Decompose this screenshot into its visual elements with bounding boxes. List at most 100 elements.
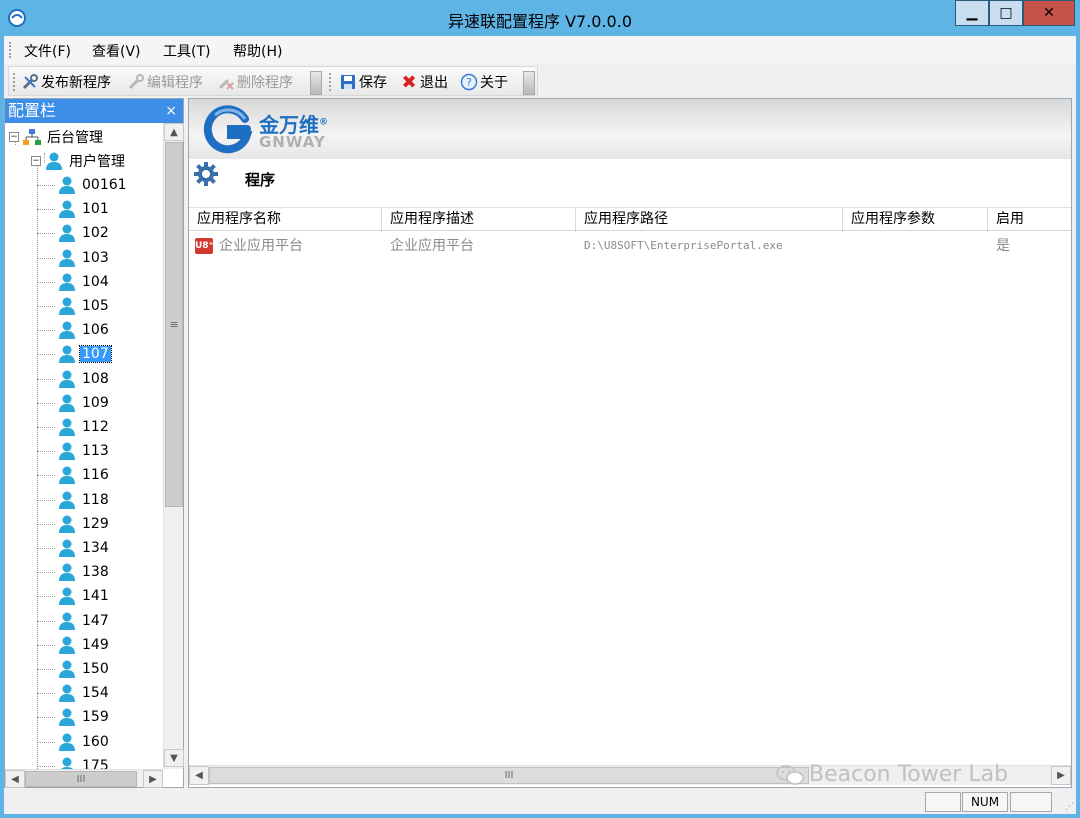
menu-view[interactable]: 查看(V) [92,41,141,61]
tree-node-user[interactable]: 104 [57,271,111,293]
user-icon [59,539,75,557]
panel-vertical-scrollbar[interactable]: ▲ ≡ ▼ [163,123,184,769]
toolbar-overflow-button-2[interactable] [523,71,535,95]
menu-file[interactable]: 文件(F) [24,41,71,61]
help-icon: ? [460,73,478,91]
tree-node-user[interactable]: 141 [57,585,111,607]
user-icon [59,273,75,291]
tree-node-user[interactable]: 138 [57,561,111,583]
col-header-path[interactable]: 应用程序路径 [576,208,843,232]
tree-node-user[interactable]: 105 [57,295,111,317]
horizontal-scroll-thumb[interactable]: III [25,771,137,787]
tree-node-user[interactable]: 149 [57,634,111,656]
scroll-right-icon[interactable]: ▶ [143,770,163,788]
tree-node-user[interactable]: 108 [57,368,111,390]
status-bar: NUM ⋰ [4,790,1076,814]
tree-user-label: 102 [82,225,109,242]
user-icon [46,152,62,170]
col-header-name[interactable]: 应用程序名称 [189,208,382,232]
gear-icon [194,162,218,186]
menu-tools[interactable]: 工具(T) [163,41,210,61]
tree-node-user[interactable]: 103 [57,247,111,269]
tree-user-label: 104 [82,273,109,290]
publish-program-button[interactable]: 发布新程序 [21,72,111,92]
tree-user-label: 107 [79,345,112,364]
delete-program-button[interactable]: 删除程序 [217,72,293,92]
tree-node-user[interactable]: 160 [57,731,111,753]
tree-node-user[interactable]: 154 [57,682,111,704]
exit-label: 退出 [420,75,448,91]
exit-icon: ✖ [401,71,417,93]
tree-node-user[interactable]: 112 [57,416,111,438]
toolbar-overflow-button[interactable] [310,71,322,95]
scroll-up-icon[interactable]: ▲ [164,123,184,141]
scroll-left-icon[interactable]: ◀ [5,770,25,788]
tree-node-user[interactable]: 150 [57,658,111,680]
tree-node-user[interactable]: 159 [57,706,111,728]
cell-name-text: 企业应用平台 [219,238,303,254]
about-button[interactable]: ? 关于 [460,72,508,92]
client-area: 文件(F) 查看(V) 工具(T) 帮助(H) 发布新程序 编辑程序 删除程序 [4,36,1076,814]
tree-node-user[interactable]: 175 [57,755,111,769]
tree-node-user[interactable]: 102 [57,222,111,244]
edit-program-button[interactable]: 编辑程序 [127,72,203,92]
tree-node-user[interactable]: 113 [57,440,111,462]
status-pane-scroll [1010,792,1052,812]
scroll-left-icon[interactable]: ◀ [189,766,209,785]
col-header-desc[interactable]: 应用程序描述 [382,208,576,232]
user-icon [59,563,75,582]
close-button[interactable]: ✕ [1023,0,1075,26]
save-button[interactable]: 保存 [339,72,387,92]
tree-node-user[interactable]: 00161 [57,174,129,196]
tree-node-user[interactable]: 106 [57,319,111,341]
panel-close-icon[interactable]: × [165,99,177,123]
content-scroll-thumb[interactable]: III [209,767,809,784]
title-bar: 异速联配置程序 V7.0.0.0 ▁ □ ✕ [0,0,1080,36]
collapse-icon[interactable]: − [31,156,41,166]
table-row[interactable]: U8⁺ 企业应用平台 企业应用平台 D:\U8SOFT\EnterprisePor… [189,232,1071,260]
minimize-button[interactable]: ▁ [955,0,989,26]
cell-enabled: 是 [996,238,1010,254]
exit-button[interactable]: ✖ 退出 [400,71,448,93]
u8-app-icon: U8⁺ [195,238,213,254]
menu-help[interactable]: 帮助(H) [233,41,282,61]
status-pane-caps [925,792,961,812]
publish-label: 发布新程序 [41,75,111,91]
col-header-params[interactable]: 应用程序参数 [843,208,988,232]
content-area: 金万维® GNWAY 程序 应用程序名称 应用程序描述 应用程序路径 应用程序参… [188,98,1072,788]
tree-node-user[interactable]: 134 [57,537,111,559]
scroll-right-icon[interactable]: ▶ [1051,766,1071,785]
col-header-enabled[interactable]: 启用 [988,208,1071,232]
tree-user-label: 141 [82,588,109,605]
tree-node-root[interactable]: − 后台管理 [9,126,105,148]
window-title: 异速联配置程序 V7.0.0.0 [447,12,632,31]
tree-node-user[interactable]: 107 [57,343,112,365]
cell-params [843,232,988,260]
user-icon [60,757,74,769]
tree-user-label: 109 [82,394,109,411]
tree-node-user[interactable]: 116 [57,464,111,486]
tree-user-label: 118 [82,491,109,508]
collapse-icon[interactable]: − [9,132,19,142]
tree-node-user[interactable]: 109 [57,392,111,414]
tree-user-label: 154 [82,685,109,702]
vertical-scroll-thumb[interactable]: ≡ [165,142,183,507]
content-horizontal-scrollbar[interactable]: ◀ III Beacon Tower Lab ▶ [189,762,1071,787]
user-icon [59,491,75,509]
gnway-logo-icon [203,105,253,154]
edit-label: 编辑程序 [147,75,203,91]
maximize-button[interactable]: □ [989,0,1023,26]
tree-node-user[interactable]: 147 [57,610,111,632]
tree-node-user[interactable]: 118 [57,489,111,511]
user-icon [59,466,75,485]
tree-node-user-group[interactable]: − 用户管理 [31,150,127,172]
cell-name: U8⁺ 企业应用平台 [189,232,382,260]
tree-node-user[interactable]: 129 [57,513,111,535]
tree-user-label: 138 [82,564,109,581]
tree-node-user[interactable]: 101 [57,198,111,220]
resize-grip-icon[interactable]: ⋰ [1065,802,1074,812]
save-icon [339,73,357,91]
scroll-down-icon[interactable]: ▼ [164,749,184,767]
panel-horizontal-scrollbar[interactable]: ◀ III ▶ [5,769,163,788]
tree-user-label: 129 [82,515,109,532]
